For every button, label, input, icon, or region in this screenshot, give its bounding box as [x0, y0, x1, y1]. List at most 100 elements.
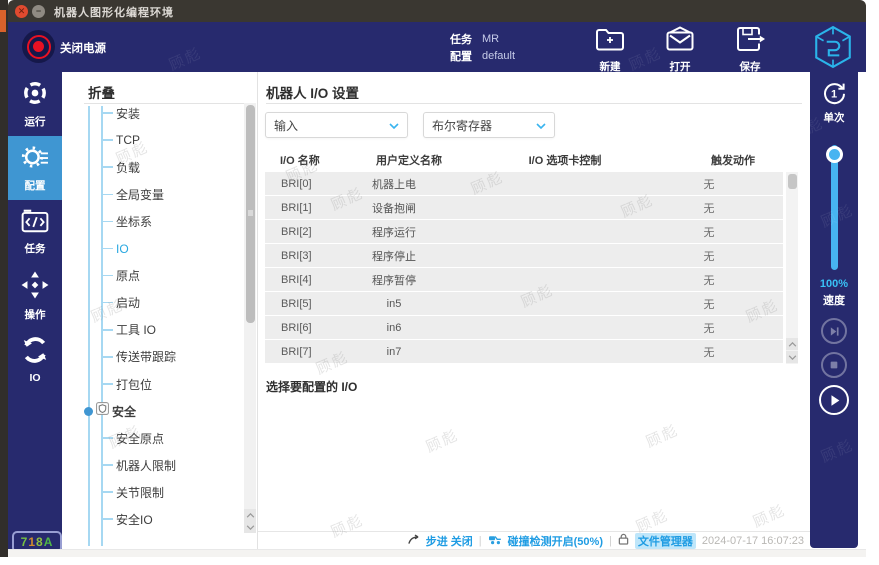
chevron-down-icon	[536, 118, 546, 132]
tree-item-6[interactable]: IO	[101, 240, 129, 258]
tree-item-8[interactable]: 启动	[101, 294, 140, 312]
collision-detection-status[interactable]: 碰撞检测开启(50%)	[508, 533, 603, 549]
tree-item-10[interactable]: 传送带跟踪	[101, 348, 176, 366]
table-row[interactable]: BRI[6]in6无	[265, 316, 783, 339]
sidebar-item-move[interactable]: 操作	[8, 264, 62, 328]
table-row[interactable]: BRI[1]设备抱闸无	[265, 196, 783, 219]
speed-slider-knob[interactable]	[826, 146, 843, 163]
sidebar-item-io[interactable]: IO	[8, 328, 62, 392]
tree-scrollbar[interactable]	[244, 103, 256, 533]
table-row[interactable]: BRI[4]程序暂停 无	[265, 268, 783, 291]
cell-name: BRI[7]	[265, 346, 339, 358]
io-direction-dropdown[interactable]: 输入	[265, 112, 408, 138]
tree-node-dot	[84, 407, 93, 416]
tree-item-11[interactable]: 打包位	[101, 375, 152, 393]
sidebar-item-label: 任务	[25, 241, 46, 256]
single-cycle-label: 单次	[810, 110, 858, 125]
cell-user_name: 设备抱闸	[339, 200, 449, 216]
single-cycle-icon[interactable]: 1	[821, 80, 847, 106]
tree-item-7[interactable]: 原点	[101, 267, 140, 285]
tree-item-safety-2[interactable]: 机器人限制	[101, 456, 176, 474]
scrollbar-thumb[interactable]	[788, 174, 797, 189]
sidebar-item-config[interactable]: 配置	[8, 136, 62, 200]
desktop-accent	[0, 10, 6, 32]
column-header: I/O 名称	[280, 152, 320, 168]
step-mode-status[interactable]: 步进 关闭	[426, 533, 473, 549]
cell-user_name: in5	[339, 298, 449, 310]
table-row[interactable]: BRI[3]程序停止无	[265, 244, 783, 267]
tree-connector	[101, 112, 113, 114]
tree-item-safety-1[interactable]: 安全原点	[101, 429, 164, 447]
io-type-dropdown[interactable]: 布尔寄存器	[423, 112, 555, 138]
tree-item-3[interactable]: 负载	[101, 158, 140, 176]
sidebar-item-run[interactable]: 运行	[8, 72, 62, 136]
window-titlebar: ✕ − 机器人图形化编程环境	[8, 0, 866, 22]
tree-item-safety-4[interactable]: 安全IO	[101, 510, 153, 528]
brand-logo	[814, 25, 852, 69]
tree-item-9[interactable]: 工具 IO	[101, 321, 156, 339]
topbar-actions: 新建打开保存	[586, 26, 774, 74]
scroll-up-button[interactable]	[786, 338, 798, 350]
tree-item-label: 安全原点	[116, 430, 164, 447]
table-row[interactable]: BRI[0]机器上电无	[265, 172, 783, 195]
file-manager-button[interactable]: 文件管理器	[635, 533, 696, 549]
sidebar-item-task[interactable]: 任务	[8, 200, 62, 264]
cell-user_name: 程序暂停	[339, 272, 449, 288]
open-button[interactable]: 打开	[656, 26, 704, 74]
main-panel: 机器人 I/O 设置 输入 布尔寄存器 I/O 名称 用户定义名称 I/O 选项…	[258, 72, 810, 531]
column-header: I/O 选项卡控制	[505, 152, 625, 168]
io-icon	[21, 336, 49, 369]
save-icon	[735, 26, 766, 57]
window-minimize-button[interactable]: −	[32, 5, 45, 18]
cell-trigger: 无	[661, 344, 757, 360]
cell-name: BRI[5]	[265, 298, 339, 310]
tree-connector	[101, 248, 113, 250]
new-button[interactable]: 新建	[586, 26, 634, 74]
table-row[interactable]: BRI[7]in7无	[265, 340, 783, 363]
cell-trigger: 无	[661, 224, 757, 240]
sidebar-item-label: 操作	[25, 307, 46, 322]
move-icon	[21, 271, 49, 304]
tree-connector	[101, 329, 113, 331]
scroll-up-button[interactable]	[244, 509, 256, 521]
window-close-button[interactable]: ✕	[15, 5, 28, 18]
table-row[interactable]: BRI[2]程序运行无	[265, 220, 783, 243]
tree-collapse-button[interactable]: 折叠	[88, 82, 115, 102]
cell-user_name: in6	[339, 322, 449, 334]
play-button[interactable]	[819, 385, 849, 415]
new-icon	[595, 26, 625, 57]
tree-item-label: 负载	[116, 159, 140, 176]
tree-connector	[101, 194, 113, 196]
tree-item-safety-3[interactable]: 关节限制	[101, 483, 164, 501]
cell-trigger: 无	[661, 200, 757, 216]
tree-connector	[101, 139, 113, 141]
cell-trigger: 无	[661, 272, 757, 288]
tree-item-1[interactable]: 安装	[101, 104, 140, 122]
task-config-info: 任务 MR 配置 default	[450, 30, 515, 64]
step-forward-button[interactable]	[821, 318, 847, 344]
cell-user_name: 程序运行	[339, 224, 449, 240]
table-row[interactable]: BRI[5]in5无	[265, 292, 783, 315]
power-button[interactable]	[22, 30, 55, 63]
tree-item-label: 全局变量	[116, 186, 164, 203]
right-rail: 1 单次 100% 速度	[810, 72, 858, 548]
tree-item-safety[interactable]: 安全	[84, 402, 136, 420]
chevron-down-icon	[389, 118, 399, 132]
scroll-down-button[interactable]	[244, 521, 256, 533]
cell-trigger: 无	[661, 176, 757, 192]
tree-item-2[interactable]: TCP	[101, 131, 140, 149]
stop-button[interactable]	[821, 352, 847, 378]
scrollbar-thumb[interactable]	[246, 105, 255, 323]
tree-item-5[interactable]: 坐标系	[101, 212, 152, 230]
cell-name: BRI[4]	[265, 274, 339, 286]
sidebar-item-label: 运行	[25, 114, 46, 129]
speed-slider[interactable]	[831, 145, 838, 270]
scroll-down-button[interactable]	[786, 351, 798, 363]
table-scrollbar[interactable]	[786, 172, 798, 364]
tree-item-4[interactable]: 全局变量	[101, 185, 164, 203]
save-button[interactable]: 保存	[726, 26, 774, 74]
screen: ✕ − 机器人图形化编程环境 关闭电源 任务 MR 配置 default 新建打…	[0, 0, 879, 565]
column-header: 用户定义名称	[353, 152, 465, 168]
svg-text:1: 1	[831, 89, 837, 101]
open-icon	[665, 26, 695, 57]
